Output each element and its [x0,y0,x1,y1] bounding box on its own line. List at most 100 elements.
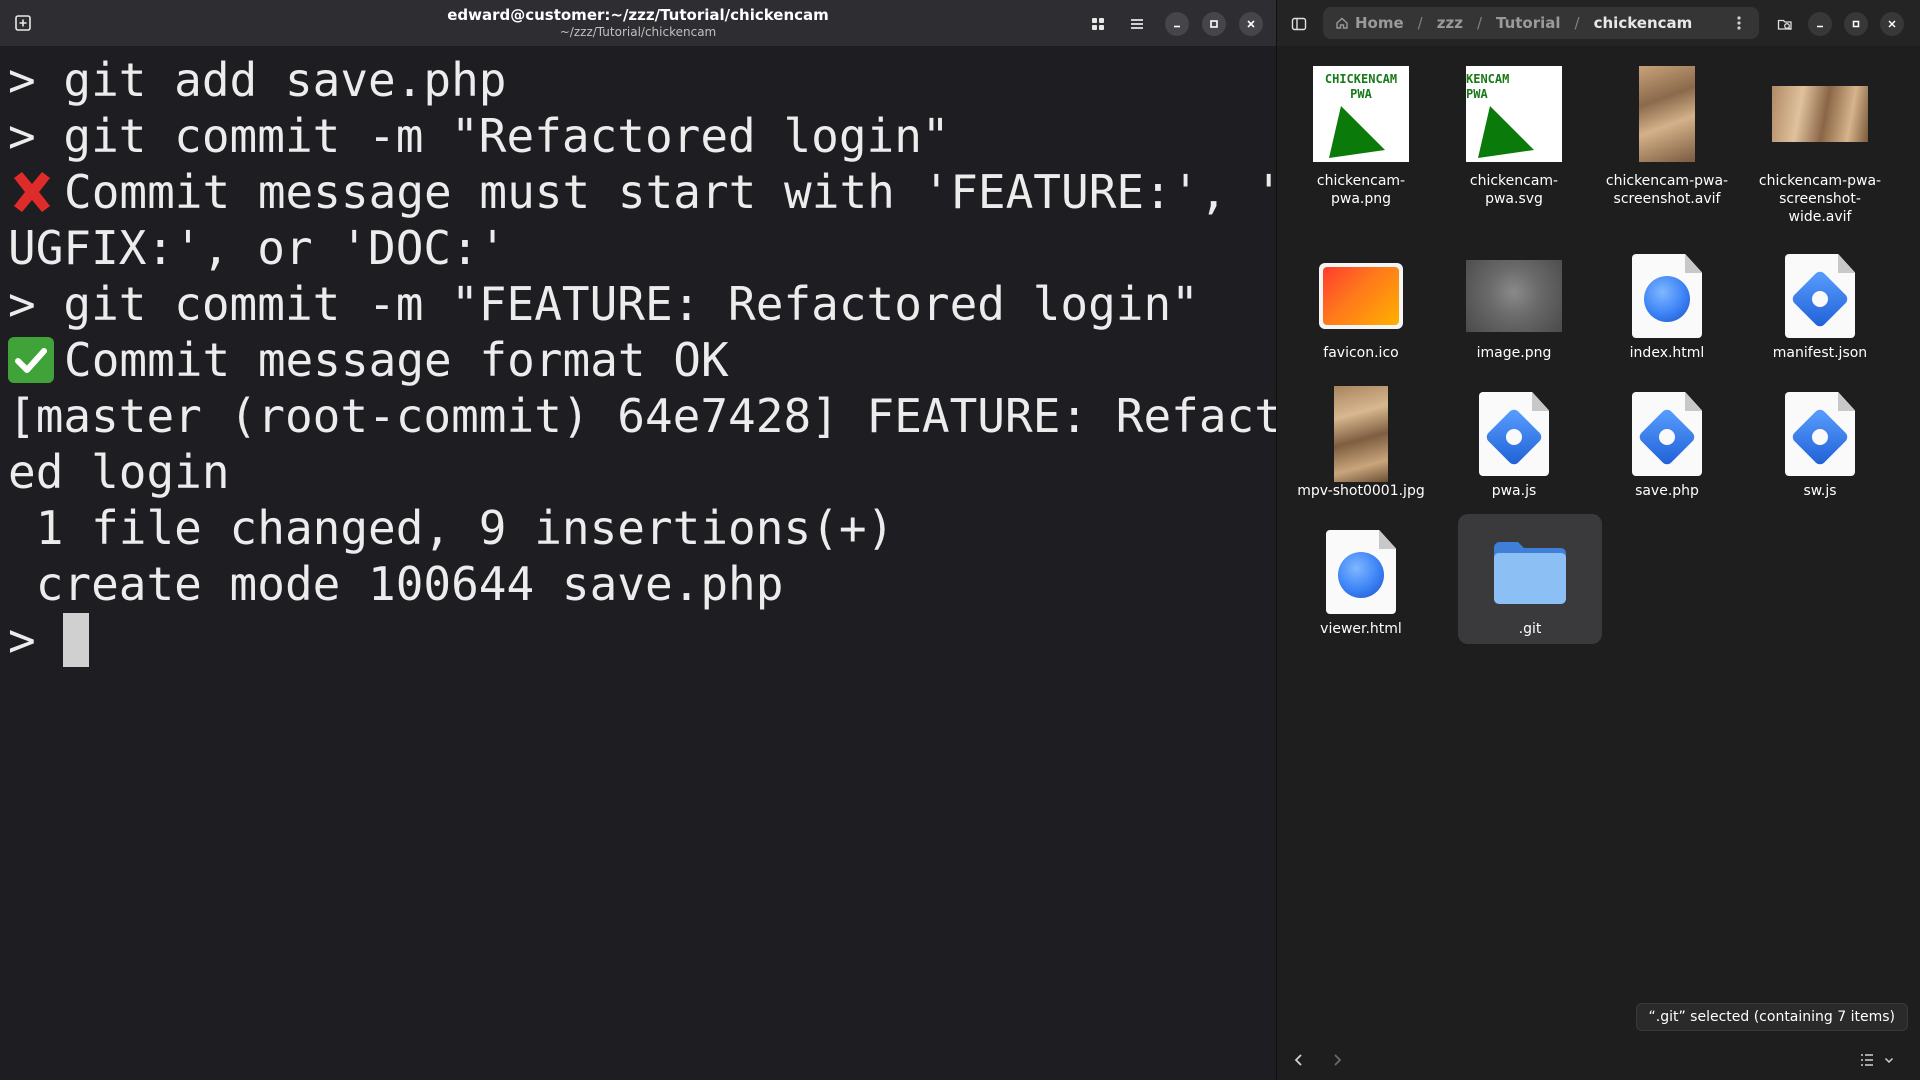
file-name: sw.js [1803,483,1837,499]
photo-thumbnail [1639,66,1695,162]
file-name: pwa.js [1491,483,1537,499]
back-button[interactable] [1287,1048,1311,1072]
gear-icon [1790,269,1850,329]
terminal-output[interactable]: > git add save.php > git commit -m "Refa… [8,52,1337,668]
grid-icon [1092,18,1104,30]
file-thumbnail [1287,522,1435,622]
file-name: chickencam-pwa.svg [1469,173,1559,207]
forward-button[interactable] [1325,1048,1349,1072]
selection-status: “.git” selected (containing 7 items) [1635,1003,1908,1031]
code-document-icon [1632,392,1702,476]
pwa-logo-thumbnail: CHICKENCAM PWA [1313,66,1409,162]
chevron-left-icon [1294,1054,1302,1066]
fm-close-button[interactable] [1880,12,1904,36]
terminal-window[interactable]: edward@customer:~/zzz/Tutorial/chickenca… [0,0,1337,1080]
globe-icon [1338,552,1384,598]
file-item[interactable]: viewer.html [1287,514,1435,644]
folder-menu-button[interactable] [1729,13,1749,33]
file-name: index.html [1629,345,1705,361]
commit-error-text: Commit message must start with 'FEATURE:… [64,165,1311,219]
file-thumbnail [1746,64,1894,164]
minimize-button[interactable] [1165,12,1189,36]
breadcrumb-separator: / [1417,14,1423,32]
terminal-subtitle: ~/zzz/Tutorial/chickencam [559,25,717,39]
file-item[interactable]: chickencam-pwa-screenshot-wide.avif [1746,58,1894,228]
view-mode-button[interactable] [1855,1048,1879,1072]
breadcrumb-separator: / [1476,14,1482,32]
file-item[interactable]: save.php [1593,384,1741,504]
file-thumbnail [1593,384,1741,484]
photo-thumbnail [1772,86,1868,142]
breadcrumb-home[interactable]: Home [1355,14,1404,32]
terminal-title: edward@customer:~/zzz/Tutorial/chickenca… [447,6,829,24]
minimize-icon [1174,25,1180,28]
sidebar-toggle-button[interactable] [1287,12,1311,36]
file-item[interactable]: CHICKENCAM PWA chickencam-pwa.png [1287,58,1435,228]
file-thumbnail: KENCAM PWA [1440,64,1588,164]
file-item[interactable]: index.html [1593,248,1741,368]
fm-minimize-button[interactable] [1808,12,1832,36]
chevron-right-icon [1334,1054,1342,1066]
file-item[interactable]: sw.js [1746,384,1894,504]
terminal-prompt-line[interactable]: > [8,612,1268,668]
file-name: .git [1518,621,1542,637]
file-thumbnail [1287,246,1435,346]
gear-icon [1637,407,1697,467]
close-button[interactable] [1239,12,1263,36]
path-bar[interactable]: Home / zzz / Tutorial / chickencam [1323,7,1759,39]
main-menu-button[interactable] [1125,12,1149,36]
minimize-icon [1817,25,1823,28]
list-view-icon [1861,1054,1873,1066]
cross-mark-icon [8,168,56,216]
play-triangle-icon [1478,106,1534,158]
home-icon [1336,17,1348,29]
terminal-line: 1 file changed, 9 insertions(+) [8,501,895,555]
file-name: chickencam-pwa-screenshot-wide.avif [1758,173,1882,225]
file-thumbnail [1593,246,1741,346]
file-name: viewer.html [1320,621,1402,637]
close-icon [1888,20,1896,28]
file-name: save.php [1635,483,1699,499]
file-thumbnail [1440,384,1588,484]
file-item-selected[interactable]: .git [1458,514,1602,644]
file-item[interactable]: pwa.js [1440,384,1588,504]
terminal-line: Commit message must start with 'FEATURE:… [8,164,1310,220]
file-thumbnail [1287,384,1435,484]
search-button[interactable] [1773,12,1797,36]
play-triangle-icon [1329,106,1385,158]
file-name: manifest.json [1772,345,1868,361]
file-item[interactable]: chickencam-pwa-screenshot.avif [1593,58,1741,228]
view-options-dropdown[interactable] [1881,1048,1897,1072]
kebab-menu-icon [1737,16,1741,30]
maximize-icon [1852,20,1860,28]
file-item[interactable]: image.png [1440,248,1588,368]
file-item[interactable]: KENCAM PWA chickencam-pwa.svg [1440,58,1588,228]
breadcrumb-chickencam[interactable]: chickencam [1594,14,1693,32]
maximize-button[interactable] [1202,12,1226,36]
file-name: chickencam-pwa.png [1316,173,1406,207]
breadcrumb-zzz[interactable]: zzz [1437,14,1463,32]
fm-maximize-button[interactable] [1844,12,1868,36]
chevron-down-icon [1884,1057,1894,1064]
file-name: favicon.ico [1323,345,1399,361]
file-item[interactable]: mpv-shot0001.jpg [1287,384,1435,504]
tab-overview-button[interactable] [1086,12,1110,36]
text-cursor [63,613,90,667]
file-manager-window[interactable]: Home / zzz / Tutorial / chickencam CHICK… [1276,0,1920,1080]
terminal-line: > git commit -m "FEATURE: Refactored log… [8,277,1199,331]
file-name: mpv-shot0001.jpg [1297,483,1425,499]
code-document-icon [1785,254,1855,338]
folder-search-icon [1777,19,1792,31]
file-item[interactable]: manifest.json [1746,248,1894,368]
commit-ok-text: Commit message format OK [64,333,729,387]
pwa-logo-thumbnail: KENCAM PWA [1466,66,1562,162]
file-item[interactable]: favicon.ico [1287,248,1435,368]
prompt: > [8,613,64,667]
code-document-icon [1479,392,1549,476]
terminal-line: UGFIX:', or 'DOC:' [8,221,507,275]
file-manager-footer [1277,1040,1920,1080]
breadcrumb-separator: / [1574,14,1580,32]
file-name: chickencam-pwa-screenshot.avif [1605,173,1729,207]
terminal-line: > git commit -m "Refactored login" [8,109,950,163]
breadcrumb-tutorial[interactable]: Tutorial [1496,14,1561,32]
